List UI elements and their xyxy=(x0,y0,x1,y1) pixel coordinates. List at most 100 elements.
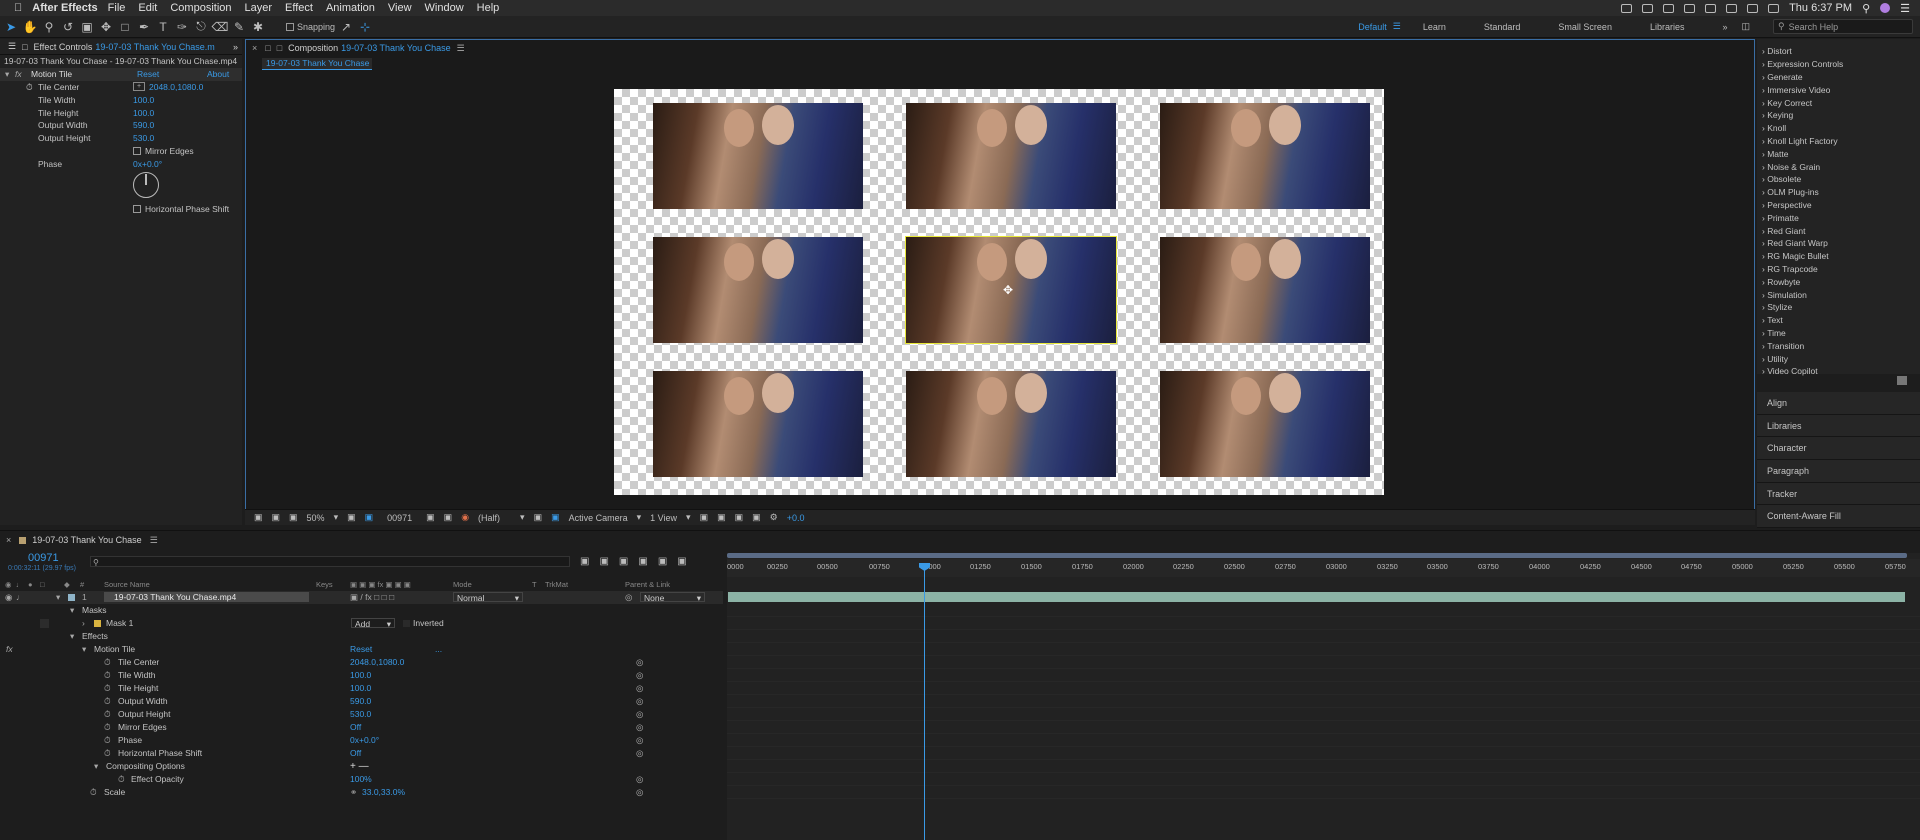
snap-grid-icon[interactable]: ⊹ xyxy=(357,19,373,35)
prop-value[interactable]: Off xyxy=(350,748,361,758)
prop-value[interactable]: 0x+0.0° xyxy=(350,735,379,745)
brush-tool-icon[interactable]: ✑ xyxy=(174,19,190,35)
layout-icon[interactable]: ▣ xyxy=(717,512,726,523)
flowchart-icon[interactable]: ▣ xyxy=(752,512,761,523)
prop-row-mirror-edges[interactable]: ⏱ Mirror Edges Off ◎ xyxy=(0,721,723,734)
motion-tile-row[interactable]: fx ▾ Motion Tile Reset ... xyxy=(0,643,723,656)
effect-category[interactable]: › OLM Plug-ins xyxy=(1757,186,1920,199)
stopwatch-icon[interactable]: ⏱ xyxy=(104,735,111,746)
clone-tool-icon[interactable]: ⎋ xyxy=(193,19,209,35)
stopwatch-icon[interactable]: ⏱ xyxy=(104,748,111,759)
effect-controls-lock-icon[interactable]: □ xyxy=(22,42,27,52)
chevron-down-icon[interactable]: ▾ xyxy=(686,512,691,523)
eraser-tool-icon[interactable]: ⌫ xyxy=(212,19,229,35)
selection-tool-icon[interactable]: ➤ xyxy=(3,19,19,35)
resolution-dropdown[interactable]: (Half) xyxy=(478,513,500,523)
wifi-icon[interactable] xyxy=(1726,3,1738,13)
prop-row-tile-width[interactable]: ⏱ Tile Width 100.0 ◎ xyxy=(0,669,723,682)
timeline-tab-menu-icon[interactable]: ☰ xyxy=(150,535,158,546)
effects-group-row[interactable]: ▾ Effects xyxy=(0,630,723,643)
current-time-indicator[interactable] xyxy=(924,563,925,840)
views-dropdown[interactable]: 1 View xyxy=(650,513,677,523)
camera-tool-icon[interactable]: ▣ xyxy=(79,19,95,35)
parent-pickwhip-icon[interactable]: ◎ xyxy=(625,592,632,603)
reset-exposure-icon[interactable]: ⚙ xyxy=(770,512,778,523)
output-height-value[interactable]: 530.0 xyxy=(133,133,154,143)
menu-view[interactable]: View xyxy=(388,2,412,14)
workspace-learn[interactable]: Learn xyxy=(1423,22,1446,32)
panel-tracker[interactable]: Tracker xyxy=(1757,482,1920,506)
expression-pickwhip-icon[interactable]: ◎ xyxy=(636,735,643,746)
panel-overflow-icon[interactable]: » xyxy=(233,42,238,52)
channel-icon[interactable]: ◉ xyxy=(461,512,469,523)
effect-category[interactable]: › Matte xyxy=(1757,147,1920,160)
masks-group-row[interactable]: ▾ Masks xyxy=(0,604,723,617)
fx-icon[interactable]: fx xyxy=(6,644,13,654)
effect-category[interactable]: › RG Magic Bullet xyxy=(1757,250,1920,263)
search-help-input[interactable]: ⚲ Search Help xyxy=(1773,19,1913,34)
panel-paragraph[interactable]: Paragraph xyxy=(1757,460,1920,483)
source-name-header[interactable]: Source Name xyxy=(104,580,150,589)
expression-pickwhip-icon[interactable]: ◎ xyxy=(636,670,643,681)
horizontal-phase-shift-checkbox[interactable] xyxy=(133,204,141,213)
layer-switches[interactable]: ▣ / fx □ □ □ xyxy=(350,592,394,603)
disclosure-triangle-icon[interactable]: › xyxy=(82,618,85,628)
menu-composition[interactable]: Composition xyxy=(170,2,231,14)
stopwatch-icon[interactable]: ⏱ xyxy=(104,696,111,707)
transparency-grid-icon[interactable]: ▣ xyxy=(534,512,543,523)
new-folder-icon[interactable] xyxy=(1897,376,1907,385)
composition-tab[interactable]: × □ □ Composition 19-07-03 Thank You Cha… xyxy=(246,40,1754,56)
flag-icon[interactable] xyxy=(1768,3,1780,13)
frame-blending-icon[interactable]: ▣ xyxy=(638,556,647,567)
spotlight-icon[interactable]: ⚲ xyxy=(1862,2,1870,15)
volume-icon[interactable] xyxy=(1747,3,1759,13)
stopwatch-icon[interactable]: ⏱ xyxy=(104,683,111,694)
stopwatch-icon[interactable]: ⏱ xyxy=(26,82,33,93)
effect-category[interactable]: › Generate xyxy=(1757,71,1920,84)
siri-icon[interactable] xyxy=(1880,3,1891,13)
prop-value[interactable]: Off xyxy=(350,722,361,732)
effect-about-button[interactable]: About xyxy=(207,69,229,79)
menu-list-icon[interactable]: ☰ xyxy=(1900,2,1910,15)
composition-canvas[interactable]: ✥ xyxy=(614,89,1384,495)
motion-blur-icon[interactable]: ▣ xyxy=(658,556,667,567)
mask-visibility-icon[interactable]: ▣ xyxy=(289,512,298,523)
prop-row-output-height[interactable]: ⏱ Output Height 530.0 ◎ xyxy=(0,708,723,721)
menu-effect[interactable]: Effect xyxy=(285,2,313,14)
composition-tab-menu-icon[interactable]: ☰ xyxy=(457,43,465,54)
clock[interactable]: Thu 6:37 PM xyxy=(1789,2,1852,14)
effect-category[interactable]: › Keying xyxy=(1757,109,1920,122)
mirror-edges-checkbox[interactable] xyxy=(133,146,141,155)
panel-libraries[interactable]: Libraries xyxy=(1757,414,1920,438)
menu-help[interactable]: Help xyxy=(477,2,500,14)
bluetooth-icon[interactable] xyxy=(1705,3,1717,13)
compositing-add-remove[interactable]: + — xyxy=(350,761,369,772)
mask-inverted-checkbox[interactable] xyxy=(403,620,410,627)
prop-row-tile-height[interactable]: ⏱ Tile Height 100.0 ◎ xyxy=(0,682,723,695)
tile-width-value[interactable]: 100.0 xyxy=(133,95,154,105)
snapshot-icon[interactable]: ▣ xyxy=(426,512,435,523)
panel-character[interactable]: Character xyxy=(1757,437,1920,461)
menu-window[interactable]: Window xyxy=(425,2,464,14)
close-icon[interactable]: × xyxy=(6,535,11,545)
panel-align[interactable]: Align xyxy=(1757,392,1920,415)
mask-row[interactable]: › Mask 1 Add ▾ Inverted xyxy=(0,617,723,630)
camera-dropdown[interactable]: Active Camera xyxy=(569,513,628,523)
disclosure-triangle-icon[interactable]: ▾ xyxy=(70,631,74,642)
3d-icon[interactable]: ▣ xyxy=(735,512,744,523)
chevron-down-icon[interactable]: ▾ xyxy=(637,512,642,523)
effect-category[interactable]: › Text xyxy=(1757,314,1920,327)
fx-icon[interactable]: fx xyxy=(15,69,31,79)
always-preview-icon[interactable]: ▣ xyxy=(254,512,263,523)
search-help-icon[interactable]: ◫ xyxy=(1741,21,1750,32)
dropbox-icon[interactable] xyxy=(1642,3,1654,13)
effect-category[interactable]: › Stylize xyxy=(1757,301,1920,314)
stopwatch-icon[interactable]: ⏱ xyxy=(104,657,111,668)
prop-row-output-width[interactable]: ⏱ Output Width 590.0 ◎ xyxy=(0,695,723,708)
effect-category[interactable]: › Time xyxy=(1757,327,1920,340)
parent-header[interactable]: Parent & Link xyxy=(625,580,670,589)
effect-header-motion-tile[interactable]: ▾ fx Motion Tile Reset About xyxy=(0,67,242,81)
menu-file[interactable]: File xyxy=(108,2,126,14)
stopwatch-icon[interactable]: ⏱ xyxy=(104,722,111,733)
effect-category[interactable]: › Noise & Grain xyxy=(1757,160,1920,173)
